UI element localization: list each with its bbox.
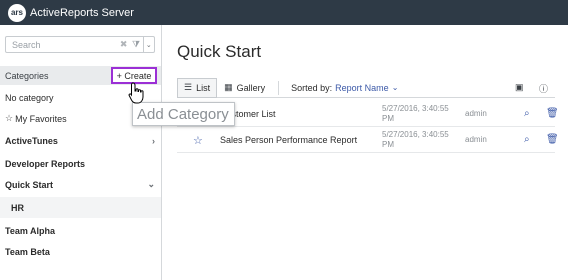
search-dropdown-icon[interactable]: ⌄	[142, 37, 154, 52]
search-box: ✖ ⧩ ⌄	[5, 36, 155, 53]
category-label: No category	[5, 92, 54, 103]
categories-label: Categories	[5, 70, 49, 81]
report-author: admin	[465, 109, 487, 118]
category-label: Team Alpha	[5, 225, 56, 236]
app-logo: ars	[8, 3, 26, 22]
star-icon[interactable]: ☆	[193, 134, 203, 147]
category-label: ActiveTunes	[5, 135, 58, 146]
category-activetunes[interactable]: ActiveTunes ›	[0, 130, 161, 151]
hand-cursor-icon	[128, 82, 144, 104]
category-team-beta[interactable]: Team Beta	[0, 241, 161, 262]
sort-field-dropdown[interactable]: Report Name	[335, 83, 389, 93]
trash-icon[interactable]: 🗑	[546, 108, 559, 119]
document-icon[interactable]: ▣	[515, 82, 524, 93]
list-view-label: List	[196, 82, 211, 93]
main-panel: Quick Start ☰ List ▦ Gallery Sorted by: …	[162, 25, 568, 280]
trash-icon[interactable]: 🗑	[546, 134, 559, 145]
add-category-tooltip: Add Category	[132, 102, 235, 126]
category-developer-reports[interactable]: Developer Reports	[0, 153, 161, 174]
report-row[interactable]: ☆ Sales Person Performance Report 5/27/2…	[177, 127, 559, 153]
chevron-right-icon[interactable]: ›	[152, 136, 155, 146]
star-icon: ☆	[5, 113, 14, 123]
grid-icon: ▦	[224, 82, 233, 92]
report-date: 5/27/2016, 3:40:55 PM	[382, 104, 449, 123]
sidebar: ✖ ⧩ ⌄ Categories + Create No category ☆ …	[0, 25, 162, 280]
report-author: admin	[465, 135, 487, 144]
category-label: My Favorites	[15, 113, 67, 124]
report-name[interactable]: Sales Person Performance Report	[220, 135, 357, 145]
search-input[interactable]	[6, 37, 118, 52]
category-label: Team Beta	[5, 246, 50, 257]
category-label: HR	[11, 202, 24, 213]
report-date: 5/27/2016, 3:40:55 PM	[382, 130, 449, 149]
view-toolbar: ☰ List ▦ Gallery Sorted by: Report Name …	[177, 77, 555, 98]
search-icon[interactable]: ⌕	[524, 134, 530, 145]
chevron-down-icon[interactable]: ⌄	[392, 83, 399, 92]
list-view-button[interactable]: ☰ List	[177, 77, 218, 98]
sorted-by-label: Sorted by:	[291, 82, 333, 93]
category-hr[interactable]: HR	[0, 197, 161, 218]
search-icon[interactable]: ⌕	[524, 108, 530, 119]
clear-search-icon[interactable]: ✖	[118, 39, 129, 50]
toolbar-divider	[278, 80, 280, 95]
filter-icon[interactable]: ⧩	[129, 39, 142, 50]
top-bar: ars ActiveReports Server	[0, 0, 568, 25]
info-icon[interactable]: ⓘ	[539, 82, 548, 95]
page-title: Quick Start	[177, 42, 262, 61]
chevron-down-icon[interactable]: ⌄	[147, 179, 155, 190]
category-team-alpha[interactable]: Team Alpha	[0, 220, 161, 241]
app-title: ActiveReports Server	[30, 6, 134, 19]
list-icon: ☰	[184, 82, 193, 92]
category-label: Quick Start	[5, 179, 54, 190]
category-quick-start[interactable]: Quick Start ⌄	[0, 174, 161, 195]
gallery-view-label: Gallery	[236, 82, 266, 93]
category-label: Developer Reports	[5, 158, 86, 169]
gallery-view-button[interactable]: ▦ Gallery	[217, 78, 272, 98]
